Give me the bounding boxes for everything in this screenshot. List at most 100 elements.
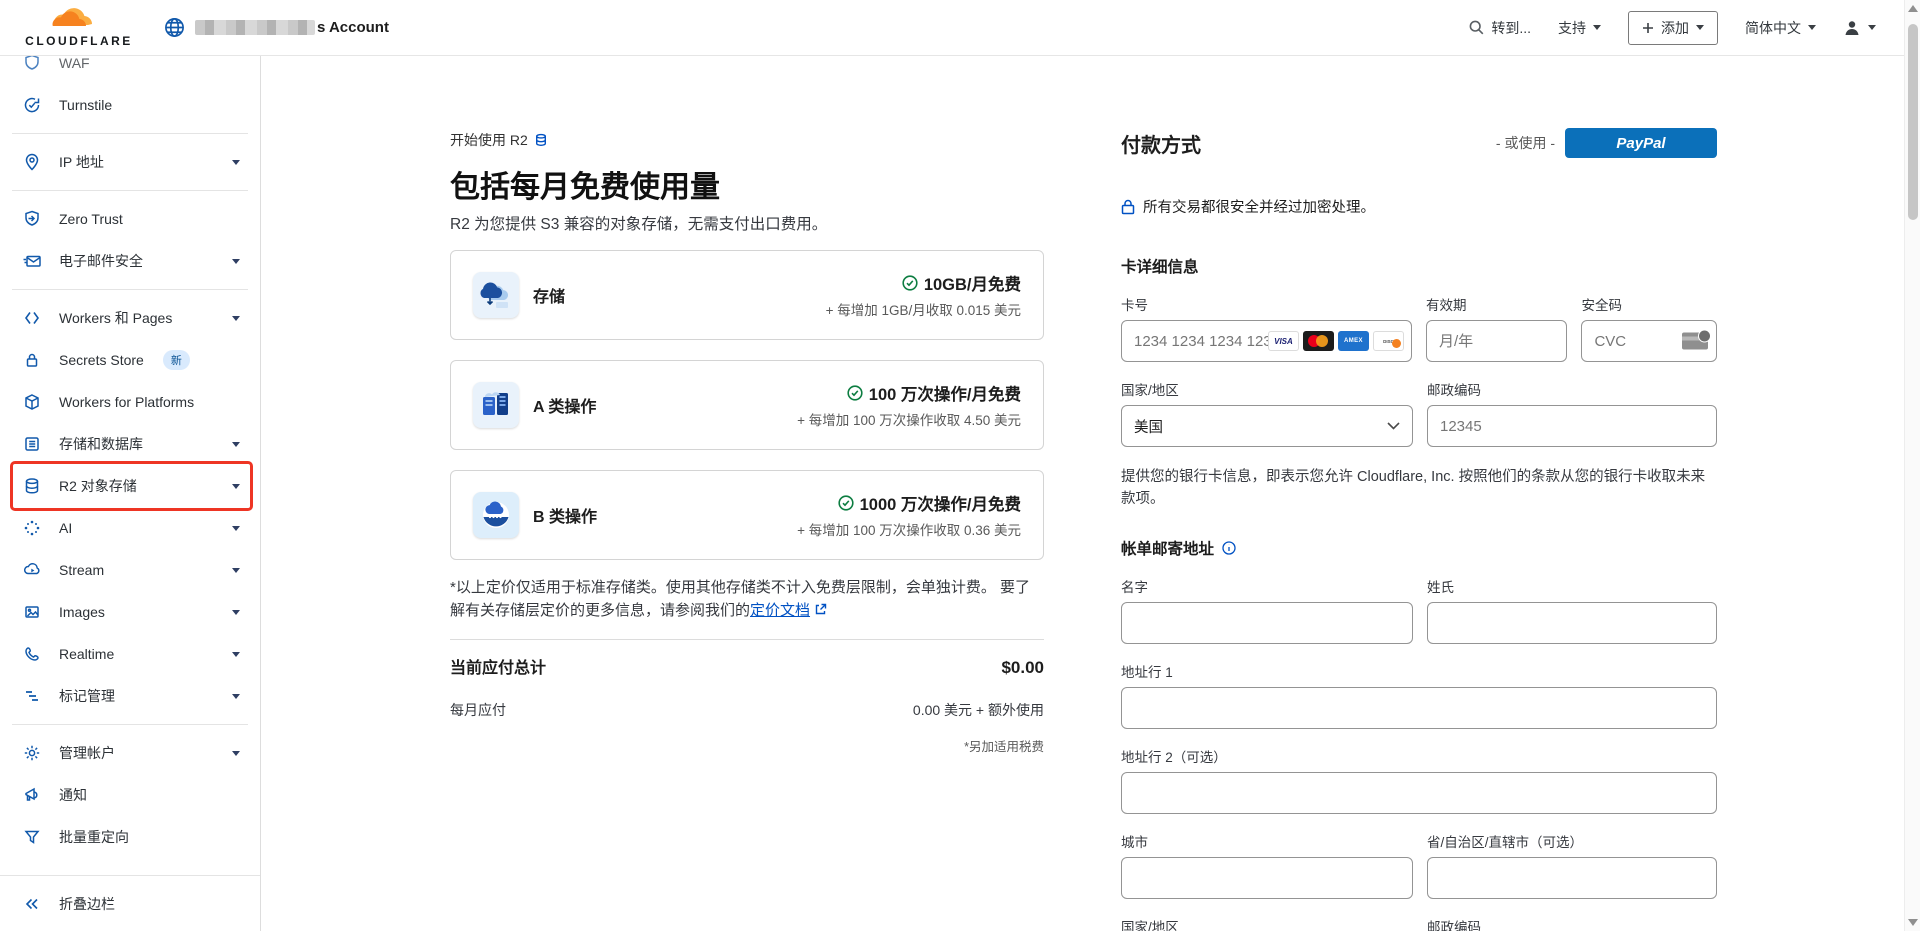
sidebar-item-label: Stream: [59, 562, 104, 578]
scrollbar-thumb[interactable]: [1908, 24, 1918, 220]
sidebar-item-realtime[interactable]: Realtime: [0, 633, 260, 675]
sidebar-item-secrets-store[interactable]: Secrets Store 新: [0, 339, 260, 381]
search-button[interactable]: 转到...: [1469, 18, 1531, 38]
city-label: 城市: [1121, 831, 1413, 851]
expiry-label: 有效期: [1426, 294, 1568, 314]
city-input[interactable]: [1121, 857, 1413, 899]
cvc-label: 安全码: [1581, 294, 1717, 314]
card-overage-price: + 每增加 100 万次操作收取 4.50 美元: [797, 409, 1021, 429]
cvc-card-icon: [1682, 333, 1708, 350]
sidebar-collapse[interactable]: 折叠边栏: [0, 875, 260, 931]
address1-input[interactable]: [1121, 687, 1717, 729]
sidebar-item-turnstile[interactable]: Turnstile: [0, 84, 260, 126]
sidebar-item-label: 批量重定向: [59, 827, 129, 847]
account-name[interactable]: s Account: [195, 19, 389, 36]
secure-note: 所有交易都很安全并经过加密处理。: [1143, 196, 1375, 217]
sidebar-item-manage-account[interactable]: 管理帐户: [0, 732, 260, 774]
card-country-select[interactable]: 美国: [1121, 405, 1413, 447]
top-header: CLOUDFLARE s Account 转到... 支持: [0, 0, 1920, 56]
card-zip-label: 邮政编码: [1427, 379, 1717, 399]
sidebar-divider: [12, 289, 248, 290]
sidebar-item-storage-databases[interactable]: 存储和数据库: [0, 423, 260, 465]
external-link-icon: [814, 603, 827, 616]
chevron-down-icon: [232, 694, 240, 699]
user-menu[interactable]: [1843, 19, 1876, 37]
page-subtitle: R2 为您提供 S3 兼容的对象存储，无需支付出口费用。: [450, 212, 1044, 234]
sidebar-item-label: R2 对象存储: [59, 476, 137, 496]
sidebar-item-label: Zero Trust: [59, 211, 123, 227]
support-menu[interactable]: 支持: [1558, 18, 1601, 38]
add-button[interactable]: 添加: [1628, 11, 1718, 45]
class-a-operations-icon: [473, 382, 519, 428]
language-menu[interactable]: 简体中文: [1745, 18, 1816, 38]
footnote-line1: *以上定价仅适用于标准存储类。使用其他存储类不计入免费层限制，会单独计费。: [450, 579, 996, 596]
search-label: 转到...: [1491, 18, 1531, 38]
paypal-button[interactable]: PayPal: [1565, 128, 1717, 158]
sidebar-item-ai[interactable]: AI: [0, 507, 260, 549]
shield-icon: [22, 56, 42, 72]
chevron-down-icon: [1593, 25, 1601, 30]
plus-icon: [1642, 22, 1654, 34]
sidebar-item-workers-pages[interactable]: Workers 和 Pages: [0, 297, 260, 339]
sidebar-item-email-security[interactable]: 电子邮件安全: [0, 240, 260, 282]
sidebar-item-zero-trust[interactable]: Zero Trust: [0, 198, 260, 240]
tax-note: *另加适用税费: [450, 736, 1044, 755]
pricing-docs-link[interactable]: 定价文档: [750, 602, 810, 619]
first-name-label: 名字: [1121, 576, 1413, 596]
last-name-input[interactable]: [1427, 602, 1717, 644]
page-scrollbar[interactable]: [1904, 0, 1920, 931]
card-free-allowance: 100 万次操作/月免费: [869, 381, 1021, 405]
sidebar-item-bulk-redirects[interactable]: 批量重定向: [0, 816, 260, 858]
sidebar-item-label: 电子邮件安全: [59, 251, 143, 271]
sidebar-item-stream[interactable]: Stream: [0, 549, 260, 591]
sidebar-item-label: 折叠边栏: [59, 894, 115, 914]
chevron-down-icon: [1387, 422, 1400, 430]
sidebar-item-label: Workers for Platforms: [59, 394, 194, 410]
search-icon: [1469, 20, 1484, 35]
scroll-up-arrow-icon[interactable]: [1908, 5, 1918, 12]
payment-column: 付款方式 - 或使用 - PayPal 所有交易都很安全并经过加密处理。 卡详细…: [1121, 128, 1717, 931]
sidebar-item-waf[interactable]: WAF: [0, 56, 260, 84]
discover-icon: DISC: [1373, 331, 1404, 351]
sidebar-item-label: Secrets Store: [59, 352, 144, 368]
card-title: A 类操作: [533, 393, 596, 417]
sidebar-item-tag-management[interactable]: 标记管理: [0, 675, 260, 717]
scroll-down-arrow-icon[interactable]: [1908, 919, 1918, 926]
card-title: 存储: [533, 283, 565, 307]
info-icon[interactable]: [1222, 541, 1236, 555]
sidebar-item-r2-object-storage[interactable]: R2 对象存储: [0, 465, 260, 507]
card-country-label: 国家/地区: [1121, 379, 1413, 399]
header-actions: 转到... 支持 添加 简体中文: [1469, 11, 1920, 45]
sidebar-item-label: Workers 和 Pages: [59, 308, 172, 328]
cloudflare-logo[interactable]: CLOUDFLARE: [20, 8, 138, 48]
state-input[interactable]: [1427, 857, 1717, 899]
sidebar-item-images[interactable]: Images: [0, 591, 260, 633]
chevron-down-icon: [232, 652, 240, 657]
chevron-down-icon: [232, 568, 240, 573]
database-rows-icon: [22, 435, 42, 453]
card-title: B 类操作: [533, 503, 597, 527]
globe-icon: [164, 17, 185, 38]
card-brand-icons: VISA AMEX DISC: [1268, 331, 1404, 351]
sparkle-icon: [22, 519, 42, 537]
sidebar-item-ip-addresses[interactable]: IP 地址: [0, 141, 260, 183]
account-name-redacted: [195, 20, 315, 35]
visa-icon: VISA: [1268, 331, 1299, 351]
address2-input[interactable]: [1121, 772, 1717, 814]
card-zip-input[interactable]: [1427, 405, 1717, 447]
chevron-down-icon: [1868, 25, 1876, 30]
chevron-down-icon: [232, 526, 240, 531]
first-name-input[interactable]: [1121, 602, 1413, 644]
total-due-label: 当前应付总计: [450, 654, 546, 678]
sidebar: WAF Turnstile IP 地址 Zero Trust 电子邮件安全: [0, 56, 261, 931]
mastercard-icon: [1303, 331, 1334, 351]
sidebar-divider: [12, 724, 248, 725]
chevron-down-icon: [232, 751, 240, 756]
chevron-down-icon: [232, 610, 240, 615]
sidebar-item-workers-for-platforms[interactable]: Workers for Platforms: [0, 381, 260, 423]
sidebar-item-label: 标记管理: [59, 686, 115, 706]
address2-label: 地址行 2（可选）: [1121, 746, 1717, 766]
sidebar-item-notifications[interactable]: 通知: [0, 774, 260, 816]
cloudflare-cloud-icon: [48, 8, 110, 36]
expiry-input[interactable]: [1426, 320, 1568, 362]
